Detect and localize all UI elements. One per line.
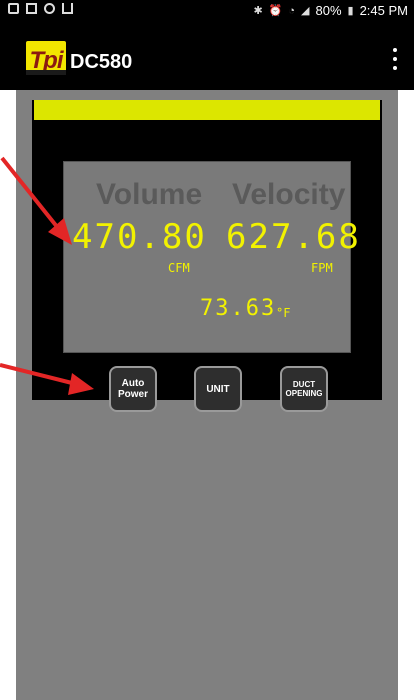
velocity-reading: 627.68 (226, 217, 361, 257)
temperature-reading: 73.63 (200, 296, 277, 321)
volume-label: Volume (96, 178, 203, 211)
annotation-arrow-button (0, 363, 94, 395)
image-icon (26, 3, 37, 14)
lcd-display: Volume Velocity 470.80 627.68 CFM FPM 73… (63, 161, 359, 353)
auto-power-button[interactable]: Auto Power (109, 366, 157, 412)
wifi-icon: ◔ (288, 4, 296, 17)
overflow-menu-icon[interactable] (388, 48, 402, 70)
volume-unit: CFM (168, 261, 190, 275)
annotation-arrow-reading (0, 156, 72, 245)
alarm-icon: ⏰ (268, 5, 283, 17)
battery-percent: 80% (315, 3, 342, 18)
battery-icon: ▮ (347, 5, 354, 17)
unit-button[interactable]: UNIT (194, 366, 242, 412)
app-title: DC580 (70, 51, 133, 73)
logo-underline (26, 70, 66, 75)
velocity-label: Velocity (232, 178, 346, 211)
notification-icon (8, 3, 19, 14)
bluetooth-icon: ✱ (253, 5, 263, 17)
notification-icons (8, 3, 73, 14)
duct-opening-button[interactable]: DUCT OPENING (280, 366, 328, 412)
system-status: ✱ ⏰ ◔ ◢ 80% ▮ 2:45 PM (253, 3, 408, 18)
app-bar: Tpi DC580 (0, 22, 414, 90)
status-bar: ✱ ⏰ ◔ ◢ 80% ▮ 2:45 PM (0, 0, 414, 22)
temperature-unit: °F (276, 306, 291, 320)
header-accent-bar (34, 100, 380, 120)
settings-icon (44, 3, 55, 14)
signal-icon: ◢ (301, 5, 310, 17)
tpi-logo: Tpi (26, 41, 66, 75)
cast-icon (62, 3, 73, 14)
velocity-unit: FPM (311, 261, 333, 275)
volume-reading: 470.80 (72, 217, 207, 257)
clock: 2:45 PM (359, 3, 408, 18)
